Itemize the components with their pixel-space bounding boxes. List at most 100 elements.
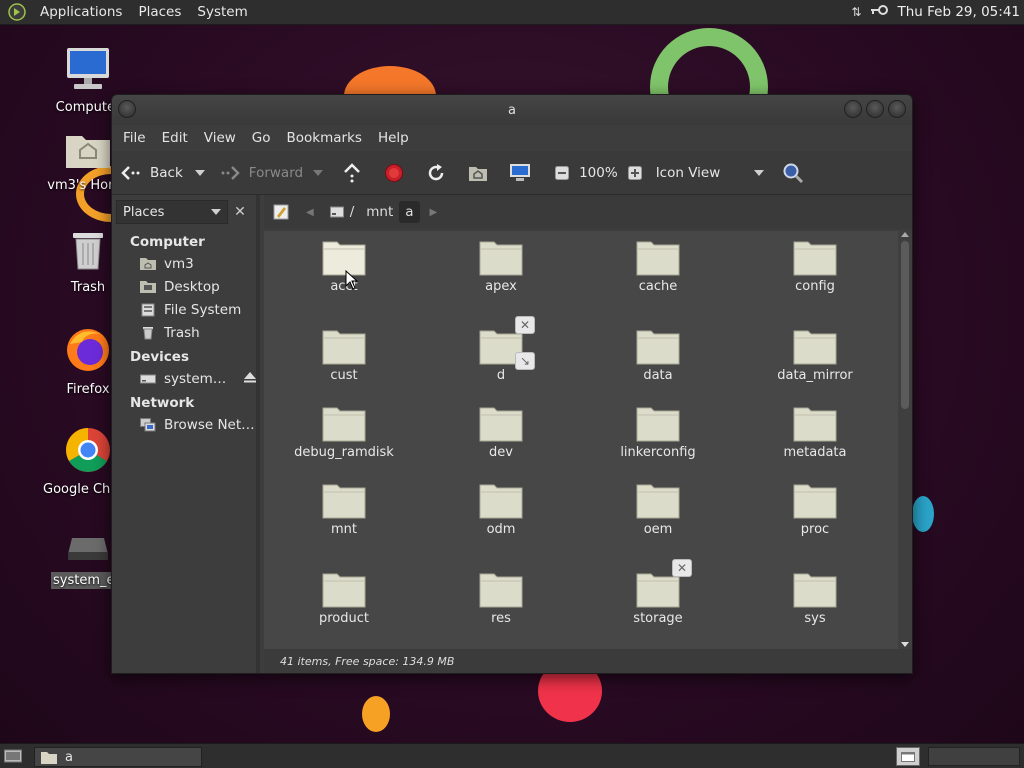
distro-logo-icon[interactable] — [6, 1, 28, 23]
file-item[interactable]: data — [588, 328, 728, 383]
forward-button[interactable]: Forward — [219, 162, 303, 184]
file-manager-window[interactable]: a File Edit View Go Bookmarks Help Back … — [111, 94, 913, 674]
network-status-icon[interactable]: ⇅ — [851, 5, 861, 19]
search-button[interactable] — [782, 162, 812, 184]
window-titlebar[interactable]: a — [112, 95, 912, 125]
show-desktop-icon[interactable] — [4, 748, 22, 764]
file-item[interactable]: acct — [274, 239, 414, 294]
path-crumb-root[interactable]: / — [324, 201, 361, 223]
file-item[interactable]: debug_ramdisk — [274, 405, 414, 460]
menu-help[interactable]: Help — [373, 130, 420, 146]
sidebar-mode-label: Places — [123, 204, 165, 220]
minimize-button[interactable] — [844, 100, 862, 118]
zoom-in-button[interactable] — [624, 162, 646, 184]
unreadable-emblem-icon: ✕ — [672, 559, 692, 577]
vertical-scrollbar[interactable] — [898, 231, 912, 649]
taskbar-window-label: a — [65, 749, 73, 765]
system-menu[interactable]: System — [189, 4, 255, 20]
menu-bookmarks[interactable]: Bookmarks — [282, 130, 373, 146]
scrollbar-thumb[interactable] — [901, 241, 909, 409]
back-history-dropdown[interactable] — [194, 169, 205, 176]
view-mode-select[interactable]: Icon View — [656, 165, 764, 181]
zoom-level[interactable]: 100% — [579, 165, 618, 181]
file-item[interactable]: sys — [745, 571, 885, 626]
file-item[interactable]: config — [745, 239, 885, 294]
back-label: Back — [150, 164, 183, 181]
menu-view[interactable]: View — [199, 130, 247, 146]
reload-button[interactable] — [425, 162, 455, 184]
up-button[interactable] — [341, 162, 371, 184]
workspace-switcher-slot[interactable] — [928, 747, 1020, 766]
file-item[interactable]: data_mirror — [745, 328, 885, 383]
file-item[interactable]: linkerconfig — [588, 405, 728, 460]
file-item[interactable]: metadata — [745, 405, 885, 460]
icon-view[interactable]: acct apex cache config cust ✕ ↘ d data data_mirro… — [264, 231, 912, 649]
file-item[interactable]: ✕ storage — [588, 559, 728, 626]
menu-go[interactable]: Go — [247, 130, 282, 146]
sidebar-close-button[interactable]: ✕ — [228, 200, 252, 224]
window-menu-button[interactable] — [118, 100, 136, 118]
computer-icon — [509, 162, 531, 184]
bottom-panel: a — [0, 743, 1024, 768]
sidebar-item-desktop[interactable]: Desktop — [112, 275, 256, 298]
file-item[interactable]: mnt — [274, 482, 414, 537]
zoom-out-button[interactable] — [551, 162, 573, 184]
eject-icon[interactable] — [244, 371, 257, 387]
file-item[interactable]: odm — [431, 482, 571, 537]
file-name-label: proc — [800, 522, 830, 537]
sidebar: Places ✕ Computer vm3 Desktop File Syste… — [112, 195, 260, 673]
menu-file[interactable]: File — [118, 130, 157, 146]
folder-icon — [793, 571, 837, 609]
sidebar-item-browse-network[interactable]: Browse Net… — [112, 413, 256, 436]
sidebar-item-system-ext[interactable]: system… — [112, 367, 257, 390]
workspace-switcher-icon[interactable] — [896, 747, 920, 766]
wallpaper-blob-teal — [912, 496, 934, 532]
sidebar-item-label: Trash — [164, 324, 200, 341]
maximize-button[interactable] — [866, 100, 884, 118]
window-title: a — [508, 102, 516, 118]
keyring-icon[interactable] — [869, 4, 889, 20]
path-scroll-left-icon[interactable]: ◀ — [306, 207, 314, 218]
file-name-label: mnt — [331, 522, 357, 537]
clock[interactable]: Thu Feb 29, 05:41 — [897, 4, 1020, 20]
places-menu[interactable]: Places — [130, 4, 189, 20]
back-button[interactable]: Back — [120, 162, 183, 184]
file-item[interactable]: res — [431, 571, 571, 626]
drive-icon — [68, 538, 108, 560]
home-button[interactable] — [467, 162, 497, 184]
file-item[interactable]: cust — [274, 328, 414, 383]
path-crumb-mnt[interactable]: mnt — [360, 201, 399, 223]
file-item[interactable]: ✕ ↘ d — [431, 316, 571, 383]
drive-icon — [140, 372, 156, 386]
folder-icon — [793, 328, 837, 366]
path-bar: ◀ / mnt a ▶ — [264, 195, 912, 229]
applications-menu[interactable]: Applications — [32, 4, 130, 20]
file-item[interactable]: proc — [745, 482, 885, 537]
status-bar: 41 items, Free space: 134.9 MB — [264, 649, 912, 673]
file-item[interactable]: dev — [431, 405, 571, 460]
scroll-up-arrow[interactable] — [901, 232, 909, 237]
sidebar-item-file-system[interactable]: File System — [112, 298, 256, 321]
computer-button[interactable] — [509, 162, 539, 184]
view-mode-label: Icon View — [655, 164, 721, 181]
file-item[interactable]: apex — [431, 239, 571, 294]
sidebar-item-vm3[interactable]: vm3 — [112, 252, 256, 275]
close-button[interactable] — [888, 100, 906, 118]
path-crumb-a[interactable]: a — [399, 201, 420, 223]
forward-history-dropdown[interactable] — [313, 169, 324, 176]
menu-edit[interactable]: Edit — [157, 130, 199, 146]
path-scroll-right-icon[interactable]: ▶ — [430, 207, 438, 218]
file-item[interactable]: cache — [588, 239, 728, 294]
folder-icon — [322, 239, 366, 277]
taskbar-window-button[interactable]: a — [34, 747, 202, 767]
file-item[interactable]: oem — [588, 482, 728, 537]
sidebar-mode-select[interactable]: Places — [116, 200, 228, 224]
sidebar-item-trash[interactable]: Trash — [112, 321, 256, 344]
sidebar-heading-network: Network — [130, 395, 195, 411]
edit-location-button[interactable] — [270, 201, 292, 223]
stop-button[interactable] — [383, 162, 413, 184]
scroll-down-arrow[interactable] — [901, 642, 909, 647]
back-arrow-icon — [120, 162, 142, 184]
sidebar-item-label: system… — [164, 370, 227, 387]
file-item[interactable]: product — [274, 571, 414, 626]
